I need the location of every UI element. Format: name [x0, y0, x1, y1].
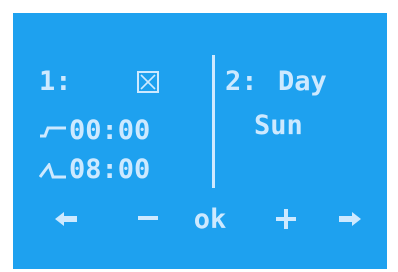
minus-button[interactable] — [133, 205, 163, 233]
program-index-label: 1: — [39, 66, 72, 97]
checkbox-cross-icon — [140, 74, 156, 90]
program-enable-checkbox[interactable] — [137, 71, 159, 93]
arrow-right-icon — [339, 212, 361, 226]
plus-icon — [276, 209, 296, 229]
plus-button[interactable] — [271, 205, 301, 233]
rising-edge-icon — [38, 161, 67, 181]
on-time-value[interactable]: 00:00 — [69, 117, 150, 144]
ok-button[interactable]: ok — [185, 205, 235, 233]
next-button[interactable] — [335, 205, 365, 233]
falling-edge-icon — [39, 123, 67, 141]
prev-button[interactable] — [51, 205, 81, 233]
day-label: Day — [278, 66, 327, 97]
arrow-left-icon — [55, 212, 77, 226]
off-time-value[interactable]: 08:00 — [69, 156, 150, 183]
day-index-label: 2: — [225, 66, 258, 97]
ok-label: ok — [193, 203, 227, 235]
minus-icon — [138, 216, 158, 220]
lcd-screen: 1: 00:00 08:00 2: Day Sun ok — [13, 13, 387, 269]
column-divider — [212, 55, 215, 188]
day-value[interactable]: Sun — [254, 112, 303, 139]
